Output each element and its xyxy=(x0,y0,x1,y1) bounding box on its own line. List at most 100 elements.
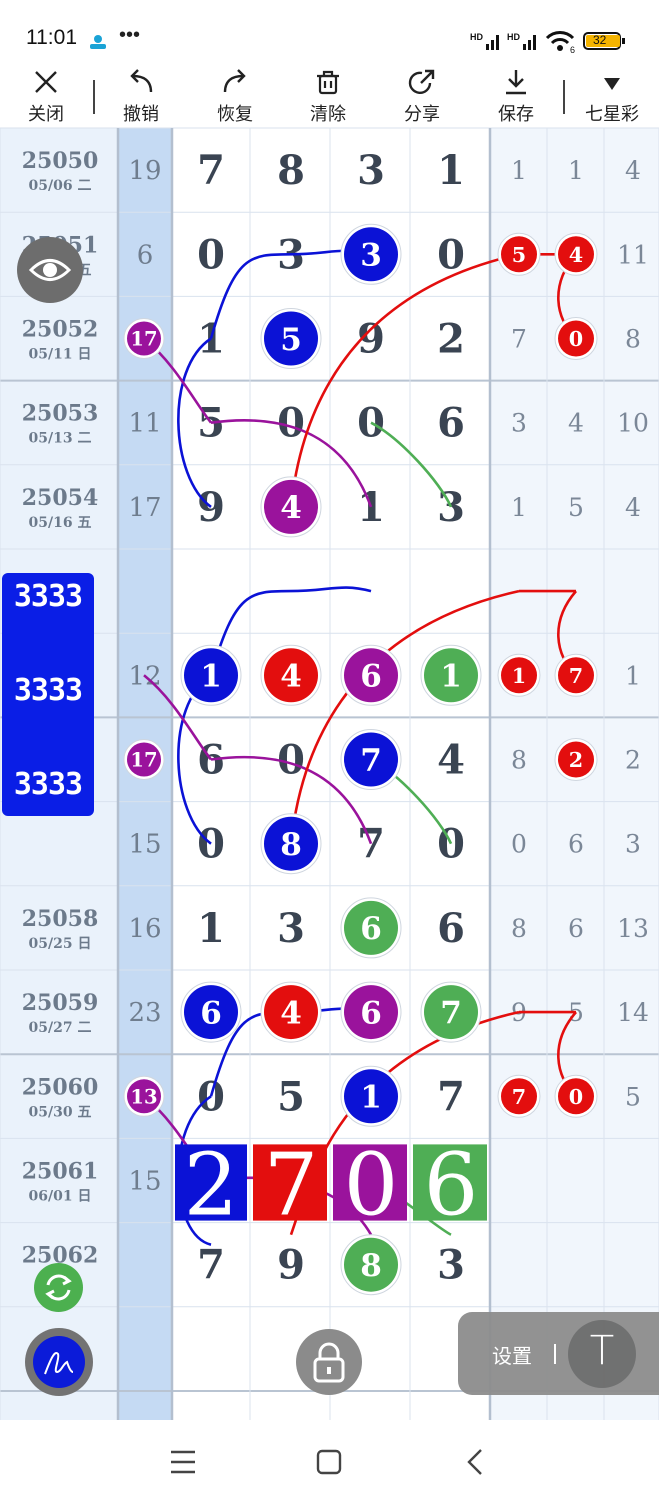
stat-value: 1 xyxy=(625,661,641,690)
issue-number: 25050 xyxy=(22,148,99,174)
text-tool-label: T xyxy=(589,1328,615,1374)
stat-value: 3 xyxy=(625,830,641,859)
issue-date: 06/01 日 xyxy=(29,1189,92,1205)
result-digit: 6 xyxy=(424,1136,479,1236)
menu-button[interactable] xyxy=(163,1442,203,1482)
stat-value: 8 xyxy=(625,325,641,354)
digit-value: 3 xyxy=(277,905,305,952)
stat-value: 11 xyxy=(617,240,649,269)
result-digit: 7 xyxy=(264,1136,319,1236)
digit-ball-label: 6 xyxy=(200,995,222,1031)
stat-ball-label: 2 xyxy=(569,748,583,772)
digit-value: 0 xyxy=(197,231,225,278)
stat-value: 8 xyxy=(511,746,527,775)
stat-value: 6 xyxy=(568,830,584,859)
sum-value: 19 xyxy=(128,156,161,186)
digit-value: 9 xyxy=(277,1242,305,1289)
sum-ball-label: 17 xyxy=(130,749,157,772)
pen-tool-button[interactable] xyxy=(25,1328,93,1396)
digit-ball-label: 3 xyxy=(360,238,382,274)
stat-ball-label: 1 xyxy=(512,664,526,688)
trend-chart[interactable]: 2505005/06 二1978311142505105/09 五6030112… xyxy=(0,0,659,1500)
digit-value: 3 xyxy=(357,147,385,194)
issue-number: 25052 xyxy=(22,317,99,343)
back-button[interactable] xyxy=(455,1442,495,1482)
stat-value: 4 xyxy=(568,409,584,438)
digit-ball-label: 7 xyxy=(360,743,382,779)
digit-value: 8 xyxy=(277,147,305,194)
digit-ball-label: 6 xyxy=(360,659,382,695)
stat-value: 3 xyxy=(511,409,527,438)
stat-value: 13 xyxy=(617,914,649,943)
digit-value: 2 xyxy=(437,316,465,363)
digit-ball-label: 7 xyxy=(440,995,462,1031)
issue-number: 25059 xyxy=(22,990,99,1016)
digit-ball-label: 4 xyxy=(280,995,302,1031)
digit-value: 9 xyxy=(197,484,225,531)
stat-value: 7 xyxy=(511,325,527,354)
sum-ball-label: 17 xyxy=(130,328,157,351)
stat-value: 0 xyxy=(511,830,527,859)
settings-label[interactable]: 设置 xyxy=(492,1340,532,1369)
refresh-icon xyxy=(45,1274,72,1301)
digit-ball-label: 1 xyxy=(200,659,222,695)
stat-ball-label: 0 xyxy=(569,327,583,351)
digit-value: 6 xyxy=(437,905,465,952)
home-icon xyxy=(316,1449,342,1475)
sum-value: 16 xyxy=(128,914,161,944)
home-button[interactable] xyxy=(309,1442,349,1482)
sum-value: 17 xyxy=(128,493,161,523)
issue-number: 25054 xyxy=(22,485,99,511)
digit-value: 1 xyxy=(437,147,465,194)
digit-ball-label: 8 xyxy=(360,1248,382,1284)
digit-value: 5 xyxy=(197,400,225,447)
sum-value: 23 xyxy=(128,998,161,1028)
eye-icon xyxy=(28,259,72,281)
menu-icon xyxy=(171,1450,195,1474)
stat-value: 5 xyxy=(625,1082,641,1111)
digit-value: 7 xyxy=(197,147,225,194)
eye-toggle-button[interactable] xyxy=(17,237,83,303)
digit-ball-label: 1 xyxy=(360,1080,382,1116)
digit-value: 7 xyxy=(357,821,385,868)
lock-button[interactable] xyxy=(296,1329,362,1395)
side-box-line: 3333 xyxy=(13,579,83,614)
text-tool-button[interactable]: T xyxy=(568,1320,636,1388)
stat-value: 2 xyxy=(625,746,641,775)
digit-ball-label: 1 xyxy=(440,659,462,695)
settings-panel[interactable]: 设置 T xyxy=(458,1312,659,1395)
sum-value: 15 xyxy=(128,830,161,860)
stat-value: 4 xyxy=(625,493,641,522)
issue-number: 25058 xyxy=(22,906,99,932)
pen-icon xyxy=(44,1352,74,1375)
issue-number: 25053 xyxy=(22,401,99,427)
back-icon xyxy=(467,1449,482,1475)
digit-value: 5 xyxy=(277,1073,305,1120)
issue-date: 05/06 二 xyxy=(29,178,92,194)
issue-date: 05/25 日 xyxy=(29,936,92,952)
stat-value: 5 xyxy=(568,493,584,522)
stat-ball-label: 5 xyxy=(512,243,526,267)
side-box-line: 3333 xyxy=(13,673,83,708)
digit-ball-label: 6 xyxy=(360,995,382,1031)
issue-date: 05/30 五 xyxy=(29,1104,92,1120)
settings-divider xyxy=(554,1344,556,1364)
digit-ball-label: 6 xyxy=(360,911,382,947)
system-navigation-bar xyxy=(0,1420,659,1500)
digit-value: 1 xyxy=(197,905,225,952)
stat-value: 10 xyxy=(617,409,649,438)
digit-ball-label: 4 xyxy=(280,659,302,695)
stat-value: 8 xyxy=(511,914,527,943)
sum-ball-label: 13 xyxy=(130,1085,157,1108)
digit-ball-label: 5 xyxy=(280,322,302,358)
stat-ball-label: 7 xyxy=(569,664,583,688)
digit-value: 0 xyxy=(197,821,225,868)
issue-number: 25061 xyxy=(22,1159,99,1185)
side-number-box[interactable]: 3333 3333 3333 xyxy=(2,573,94,816)
refresh-button[interactable] xyxy=(34,1263,83,1312)
stat-value: 1 xyxy=(511,493,527,522)
stat-ball-label: 4 xyxy=(569,243,583,267)
side-box-line: 3333 xyxy=(13,767,83,802)
stat-value: 6 xyxy=(568,914,584,943)
digit-value: 4 xyxy=(437,737,465,784)
